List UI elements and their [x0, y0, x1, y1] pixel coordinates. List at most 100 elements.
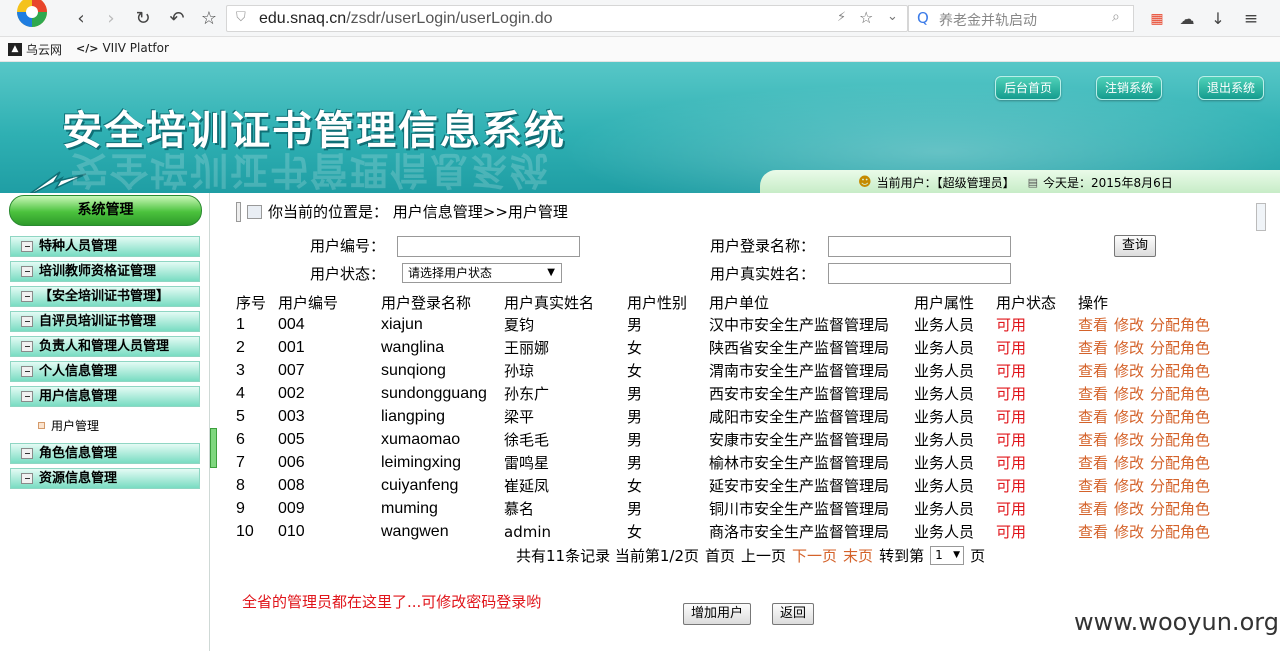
expand-icon	[21, 473, 33, 484]
user-status-select[interactable]: 请选择用户状态 ▼	[402, 263, 562, 283]
bookmark-star-icon[interactable]: ☆	[859, 8, 873, 27]
view-link[interactable]: 查看	[1078, 408, 1108, 426]
search-input[interactable]: 养老金并轨启动	[939, 10, 1037, 30]
cell-gender: 女	[627, 477, 643, 495]
assign-role-link[interactable]: 分配角色	[1150, 339, 1210, 357]
cell-login-name: wangwen	[381, 522, 449, 540]
assign-role-link[interactable]: 分配角色	[1150, 362, 1210, 380]
assign-role-link[interactable]: 分配角色	[1150, 523, 1210, 541]
sidebar-item-special-personnel[interactable]: 特种人员管理	[10, 236, 200, 257]
cell-attr: 业务人员	[914, 408, 975, 426]
dropdown-arrow-icon: ▼	[953, 550, 961, 560]
view-link[interactable]: 查看	[1078, 431, 1108, 449]
address-bar[interactable]: ⛉ edu.snaq.cn/zsdr/userLogin/userLogin.d…	[226, 5, 908, 32]
sidebar-item-assessor-cert[interactable]: 自评员培训证书管理	[10, 311, 200, 332]
cell-real-name: 夏钧	[504, 316, 535, 334]
apps-grid-icon[interactable]: ▦	[1146, 8, 1168, 30]
sidebar-item-label: 【安全培训证书管理】	[39, 289, 170, 304]
cell-status: 可用	[996, 454, 1027, 472]
table-row: 2 001 wanglina 王丽娜 女 陕西省安全生产监督管理局 业务人员 可用 查看 修改 分配…	[236, 336, 1238, 359]
edit-link[interactable]: 修改	[1114, 316, 1144, 334]
view-link[interactable]: 查看	[1078, 523, 1108, 541]
cell-real-name: 梁平	[504, 408, 535, 426]
edit-link[interactable]: 修改	[1114, 477, 1144, 495]
edit-link[interactable]: 修改	[1114, 431, 1144, 449]
undo-icon[interactable]: ↶	[166, 8, 188, 30]
pager-next-link[interactable]: 下一页	[792, 545, 837, 566]
view-link[interactable]: 查看	[1078, 454, 1108, 472]
cell-no: 7	[236, 453, 245, 471]
assign-role-link[interactable]: 分配角色	[1150, 500, 1210, 518]
assign-role-link[interactable]: 分配角色	[1150, 431, 1210, 449]
query-button[interactable]: 查询	[1114, 235, 1156, 257]
sidebar-collapse-handle[interactable]	[210, 428, 217, 468]
admin-home-button[interactable]: 后台首页	[995, 76, 1062, 100]
view-link[interactable]: 查看	[1078, 477, 1108, 495]
forward-arrow-icon[interactable]: ›	[100, 8, 122, 30]
login-name-input[interactable]	[828, 236, 1011, 257]
search-box[interactable]: Q 养老金并轨启动 ⌕	[908, 5, 1134, 32]
back-arrow-icon[interactable]: ‹	[70, 8, 92, 30]
sidebar-item-personal-info[interactable]: 个人信息管理	[10, 361, 200, 382]
assign-role-link[interactable]: 分配角色	[1150, 454, 1210, 472]
sidebar-item-teacher-cert[interactable]: 培训教师资格证管理	[10, 261, 200, 282]
url-host: edu.snaq.cn	[259, 10, 347, 27]
star-icon[interactable]: ☆	[198, 8, 220, 30]
view-link[interactable]: 查看	[1078, 316, 1108, 334]
edit-link[interactable]: 修改	[1114, 408, 1144, 426]
cell-real-name: 孙东广	[504, 385, 550, 403]
pager-goto-label: 转到第	[879, 547, 925, 565]
sidebar-subitem-user-management[interactable]: 用户管理	[38, 417, 99, 434]
pager-last-link[interactable]: 末页	[843, 545, 873, 566]
assign-role-link[interactable]: 分配角色	[1150, 316, 1210, 334]
menu-icon[interactable]: ≡	[1240, 8, 1262, 30]
cell-actions: 查看 修改 分配角色	[1078, 336, 1238, 359]
edit-link[interactable]: 修改	[1114, 362, 1144, 380]
edit-link[interactable]: 修改	[1114, 454, 1144, 472]
sidebar-item-resource-info[interactable]: 资源信息管理	[10, 468, 200, 489]
expand-icon	[21, 448, 33, 459]
page-select[interactable]: 1 ▼	[930, 546, 965, 565]
cell-attr: 业务人员	[914, 339, 975, 357]
logout-button[interactable]: 注销系统	[1096, 76, 1163, 100]
download-icon[interactable]: ↓	[1207, 8, 1229, 30]
assign-role-link[interactable]: 分配角色	[1150, 477, 1210, 495]
wooyun-favicon-icon: ▲	[8, 43, 22, 56]
cell-no: 9	[236, 499, 245, 517]
real-name-input[interactable]	[828, 263, 1011, 284]
edit-link[interactable]: 修改	[1114, 523, 1144, 541]
sidebar-item-safety-cert[interactable]: 【安全培训证书管理】	[10, 286, 200, 307]
dropdown-chevron-icon[interactable]: ⌄	[887, 9, 898, 24]
sidebar-item-role-info[interactable]: 角色信息管理	[10, 443, 200, 464]
url-path: /zsdr/userLogin/userLogin.do	[346, 10, 553, 27]
current-user: 当前用户：【超级管理员】	[876, 176, 1015, 190]
reload-icon[interactable]: ↻	[132, 8, 154, 30]
browser-logo-icon[interactable]	[8, 0, 56, 34]
bookmark-wooyun[interactable]: ▲ 乌云网	[8, 41, 62, 58]
bookmark-viiv[interactable]: </> VIIV Platfor	[76, 41, 169, 55]
bullet-icon	[38, 422, 45, 429]
cell-attr: 业务人员	[914, 316, 975, 334]
edit-link[interactable]: 修改	[1114, 339, 1144, 357]
edit-link[interactable]: 修改	[1114, 385, 1144, 403]
assign-role-link[interactable]: 分配角色	[1150, 385, 1210, 403]
view-link[interactable]: 查看	[1078, 500, 1108, 518]
cell-gender: 男	[627, 431, 643, 449]
view-link[interactable]: 查看	[1078, 385, 1108, 403]
table-header-row: 序号 用户编号 用户登录名称 用户真实姓名 用户性别 用户单位 用户属性 用户状…	[236, 292, 1238, 313]
sidebar-item-managers[interactable]: 负责人和管理人员管理	[10, 336, 200, 357]
lightning-icon[interactable]: ⚡	[837, 10, 846, 25]
assign-role-link[interactable]: 分配角色	[1150, 408, 1210, 426]
add-user-button[interactable]: 增加用户	[683, 603, 751, 625]
search-icon[interactable]: ⌕	[1112, 9, 1120, 25]
col-header-login: 用户登录名称	[381, 294, 472, 312]
user-id-input[interactable]	[397, 236, 580, 257]
cell-unit: 西安市安全生产监督管理局	[709, 385, 890, 403]
edit-link[interactable]: 修改	[1114, 500, 1144, 518]
sidebar-item-user-info[interactable]: 用户信息管理	[10, 386, 200, 407]
view-link[interactable]: 查看	[1078, 362, 1108, 380]
cloud-icon[interactable]: ☁	[1176, 8, 1198, 30]
view-link[interactable]: 查看	[1078, 339, 1108, 357]
exit-system-button[interactable]: 退出系统	[1198, 76, 1265, 100]
back-button[interactable]: 返回	[772, 603, 814, 625]
